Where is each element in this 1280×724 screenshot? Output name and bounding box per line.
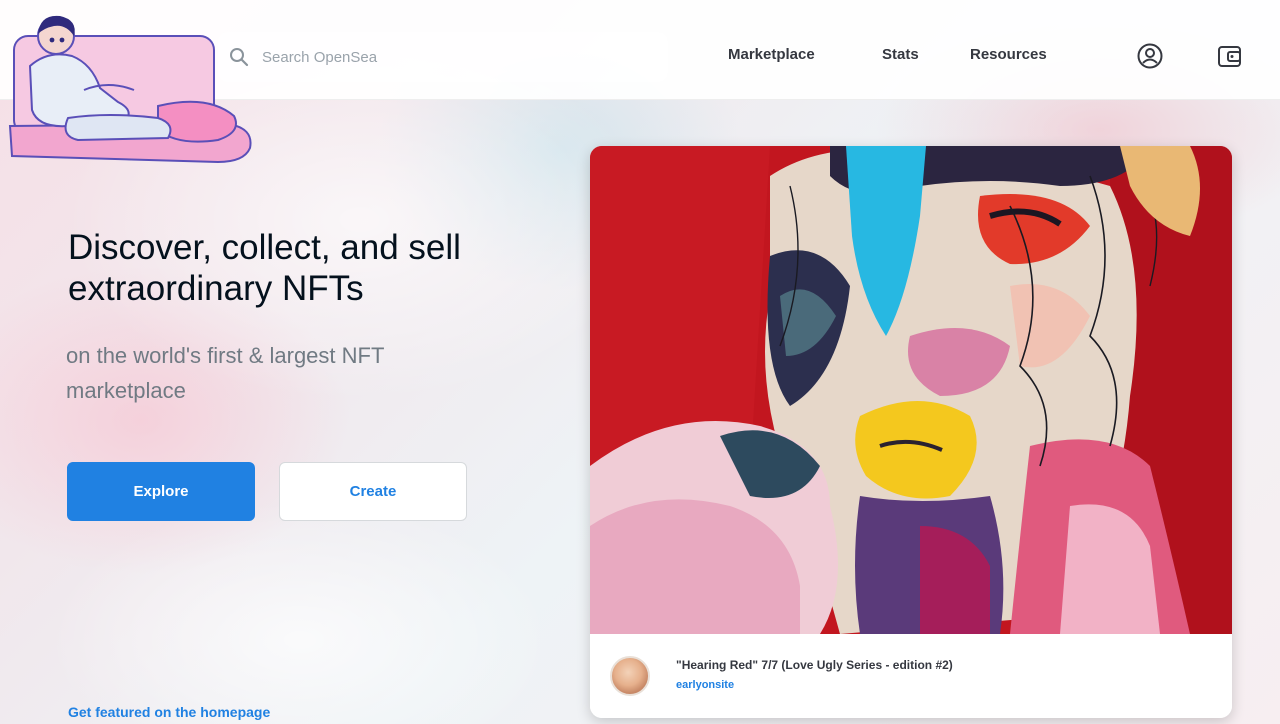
hero-title: Discover, collect, and sell extraordinar… (68, 228, 461, 308)
nav-marketplace[interactable]: Marketplace (728, 46, 815, 63)
card-footer: "Hearing Red" 7/7 (Love Ugly Series - ed… (590, 634, 1232, 718)
nft-artwork-image[interactable] (590, 146, 1232, 635)
hero-subtitle: on the world's first & largest NFT marke… (66, 343, 385, 404)
nav-stats[interactable]: Stats (882, 46, 919, 63)
create-button[interactable]: Create (279, 462, 467, 521)
wallet-icon[interactable] (1216, 42, 1244, 70)
nav-resources[interactable]: Resources (970, 46, 1047, 63)
creator-avatar[interactable] (610, 656, 650, 696)
search-input[interactable] (262, 48, 622, 66)
get-featured-link[interactable]: Get featured on the homepage (68, 704, 270, 720)
nft-creator-link[interactable]: earlyonsite (676, 679, 734, 691)
illustration-person-on-sofa-icon[interactable] (8, 6, 258, 166)
explore-button[interactable]: Explore (67, 462, 255, 521)
search-bar[interactable] (218, 32, 668, 82)
account-icon[interactable] (1136, 42, 1164, 70)
nft-title[interactable]: "Hearing Red" 7/7 (Love Ugly Series - ed… (676, 658, 953, 672)
featured-nft-card[interactable]: "Hearing Red" 7/7 (Love Ugly Series - ed… (590, 146, 1232, 718)
